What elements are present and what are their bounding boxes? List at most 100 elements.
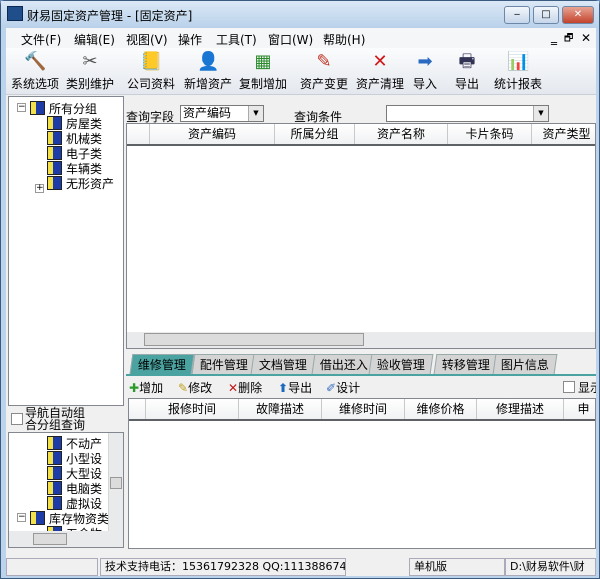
tree-node[interactable]: 电子类 xyxy=(47,145,102,161)
column-header[interactable]: 申 xyxy=(564,399,600,419)
tab-4[interactable]: 验收管理 xyxy=(368,354,434,374)
column-header[interactable]: 所属分组 xyxy=(275,124,355,144)
folder-book-icon xyxy=(47,116,62,130)
folder-book-icon xyxy=(47,496,62,510)
scroll-thumb[interactable] xyxy=(110,477,122,489)
column-header[interactable]: 资产类型 xyxy=(532,124,600,144)
tree-node[interactable]: 小型设 xyxy=(47,450,102,466)
maximize-button[interactable]: □ xyxy=(533,6,559,24)
delete-x-icon: ✕ xyxy=(372,51,388,72)
menu-window[interactable]: 窗口(W) xyxy=(268,31,313,48)
scroll-thumb[interactable] xyxy=(33,533,67,545)
tab-label: 验收管理 xyxy=(376,358,425,372)
tab-3[interactable]: 借出还入 xyxy=(311,354,377,374)
mdi-restore-button[interactable]: 🗗 xyxy=(564,31,573,48)
toolbar-hammer-button[interactable]: 🔨 系统选项 xyxy=(11,51,59,92)
row-indicator-header xyxy=(129,399,146,419)
column-header[interactable]: 维修时间 xyxy=(322,399,405,419)
toolbar-button-label: 系统选项 xyxy=(11,77,60,91)
tree-node[interactable]: 虚拟设 xyxy=(47,495,102,511)
column-header[interactable]: 故障描述 xyxy=(239,399,322,419)
query-condition-input[interactable]: ▼ xyxy=(386,105,549,122)
column-header[interactable]: 资产编码 xyxy=(150,124,275,144)
vertical-scrollbar[interactable] xyxy=(108,433,123,531)
tree-node-root[interactable]: 所有分组 xyxy=(30,100,97,116)
folder-book-icon xyxy=(47,436,62,450)
button-label: 设计 xyxy=(336,381,361,395)
toolbar-pen-button[interactable]: ✎ 资产变更 xyxy=(300,51,348,92)
tree-node-label: 大型设 xyxy=(66,467,103,481)
tree-node[interactable]: 无形资产 xyxy=(47,175,115,191)
tree-node-label: 房屋类 xyxy=(66,117,103,131)
collapse-icon[interactable]: − xyxy=(17,103,26,112)
tree-node[interactable]: 机械类 xyxy=(47,130,102,146)
tree-node-label: 库存物资类 xyxy=(49,512,110,526)
tree-node[interactable]: 车辆类 xyxy=(47,160,102,176)
toolbar-import-button[interactable]: ➡ 导入 xyxy=(413,51,437,92)
show-checkbox-label: 显示 xyxy=(578,381,596,395)
nav-auto-checkbox[interactable] xyxy=(11,413,23,425)
folder-book-icon xyxy=(47,176,62,190)
detail-design-button[interactable]: ✐设计 xyxy=(326,379,360,396)
asset-grid-header: 资产编码 所属分组 资产名称 卡片条码 资产类型 xyxy=(127,124,595,146)
tree-node[interactable]: 电脑类 xyxy=(47,480,102,496)
repair-grid: 报修时间 故障描述 维修时间 维修价格 修理描述申 xyxy=(128,398,596,549)
pen-icon: ✎ xyxy=(316,51,332,72)
expand-icon[interactable]: + xyxy=(35,184,44,193)
import-icon: ➡ xyxy=(417,51,433,72)
detail-edit-button[interactable]: ✎修改 xyxy=(178,379,212,396)
add-user-icon: 👤 xyxy=(197,51,220,72)
toolbar-delete-x-button[interactable]: ✕ 资产清理 xyxy=(356,51,404,92)
asset-grid: 资产编码 所属分组 资产名称 卡片条码 资产类型 xyxy=(126,123,596,349)
folder-book-icon xyxy=(47,146,62,160)
tab-2[interactable]: 文档管理 xyxy=(250,354,316,374)
detail-delete-button[interactable]: ✕删除 xyxy=(228,379,262,396)
scroll-thumb[interactable] xyxy=(144,333,364,346)
menu-help[interactable]: 帮助(H) xyxy=(323,31,365,48)
toolbar-button-label: 导入 xyxy=(413,77,438,91)
toolbar-add-user-button[interactable]: 👤 新增资产 xyxy=(184,51,232,92)
window-title: 财易固定资产管理 - [固定资产] xyxy=(27,9,193,23)
column-header[interactable]: 维修价格 xyxy=(405,399,477,419)
tab-6[interactable]: 图片信息 xyxy=(492,354,558,374)
mdi-minimize-button[interactable]: ‗ xyxy=(551,31,557,45)
column-header[interactable]: 报修时间 xyxy=(146,399,239,419)
mdi-close-button[interactable]: ✕ xyxy=(581,31,591,45)
menu-view[interactable]: 视图(V) xyxy=(126,31,168,48)
tree-node[interactable]: 不动产 xyxy=(47,435,102,451)
tree-node[interactable]: 大型设 xyxy=(47,465,103,481)
show-checkbox[interactable] xyxy=(563,381,575,393)
menu-operate[interactable]: 操作 xyxy=(178,31,202,48)
detail-add-button[interactable]: ✚增加 xyxy=(129,379,163,396)
menu-file[interactable]: 文件(F) xyxy=(21,31,61,48)
tab-0[interactable]: 维修管理 xyxy=(129,354,195,374)
menu-edit[interactable]: 编辑(E) xyxy=(74,31,115,48)
delete-icon: ✕ xyxy=(228,381,239,395)
toolbar-export-printer-button[interactable]: 🖶 导出 xyxy=(455,51,479,92)
tab-1[interactable]: 配件管理 xyxy=(191,354,257,374)
toolbar-chart-button[interactable]: 📊 统计报表 xyxy=(494,51,542,92)
column-header[interactable]: 卡片条码 xyxy=(448,124,532,144)
menu-tools[interactable]: 工具(T) xyxy=(216,31,257,48)
tab-5[interactable]: 转移管理 xyxy=(433,354,499,374)
close-button[interactable]: ✕ xyxy=(562,6,594,24)
tree-node[interactable]: 房屋类 xyxy=(47,115,103,131)
row-indicator-header xyxy=(127,124,150,144)
toolbar-copy-add-button[interactable]: ▦ 复制增加 xyxy=(239,51,287,92)
query-field-value: 资产编码 xyxy=(183,106,232,120)
toolbar-book-button[interactable]: 📒 公司资料 xyxy=(127,51,175,92)
tree-node[interactable]: 库存物资类 xyxy=(30,510,110,526)
tree-node-label: 无形资产 xyxy=(66,177,115,191)
folder-book-icon xyxy=(47,451,62,465)
horizontal-scrollbar[interactable] xyxy=(9,531,123,547)
column-header[interactable]: 修理描述 xyxy=(477,399,564,419)
query-field-select[interactable]: 资产编码 ▼ xyxy=(180,105,264,122)
column-header[interactable]: 资产名称 xyxy=(355,124,448,144)
detail-export-button[interactable]: ⬆导出 xyxy=(278,379,312,396)
group-tree-lower: 不动产小型设大型设电脑类虚拟设−库存物资类五金物 xyxy=(8,432,124,548)
collapse-icon[interactable]: − xyxy=(17,513,26,522)
toolbar-tools-button[interactable]: ✂ 类别维护 xyxy=(66,51,114,92)
minimize-button[interactable]: ‒ xyxy=(504,6,530,24)
grid-horizontal-scrollbar[interactable] xyxy=(127,332,595,348)
button-label: 导出 xyxy=(288,381,313,395)
